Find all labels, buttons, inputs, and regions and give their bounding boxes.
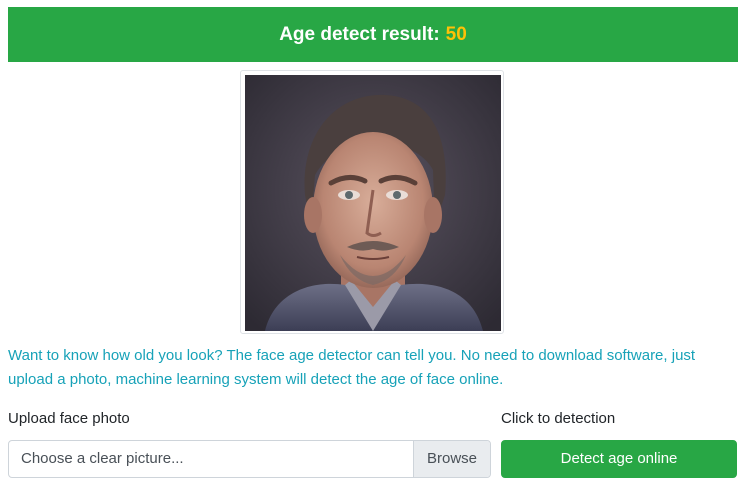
file-input-placeholder[interactable]: Choose a clear picture...: [21, 441, 184, 477]
photo-frame: [240, 70, 504, 334]
page: Age detect result: 50 Want to know how o…: [0, 0, 748, 487]
age-value: 50: [445, 23, 467, 45]
browse-button[interactable]: Browse: [413, 441, 490, 477]
file-input[interactable]: Choose a clear picture... Browse: [8, 440, 491, 478]
result-banner: Age detect result: 50: [8, 7, 738, 62]
detect-age-button[interactable]: Detect age online: [501, 440, 737, 478]
detect-label: Click to detection: [501, 410, 616, 427]
description-text: Want to know how old you look? The face …: [8, 347, 696, 388]
face-photo: [245, 75, 501, 331]
result-label: Age detect result:: [279, 23, 440, 45]
upload-label: Upload face photo: [8, 410, 130, 427]
